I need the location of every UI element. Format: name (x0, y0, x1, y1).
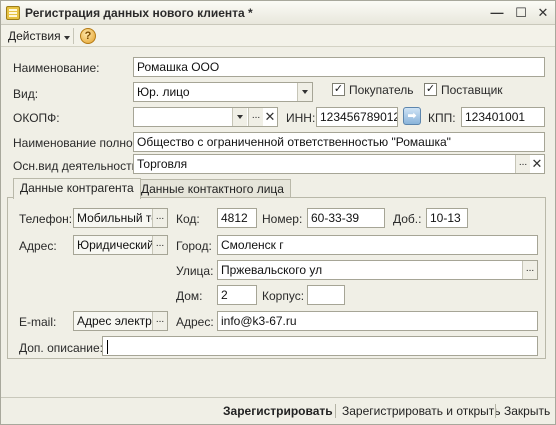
supplier-label: Поставщик (441, 83, 503, 97)
kpp-field[interactable]: 123401001 (461, 107, 545, 127)
building-label: Корпус: (262, 289, 305, 303)
chevron-down-icon[interactable] (297, 83, 312, 101)
okopf-select-button[interactable]: ... (248, 108, 263, 126)
note-field[interactable] (102, 336, 538, 356)
activity-value: Торговля (137, 157, 188, 171)
email-type-value: Адрес электро (77, 314, 159, 328)
fullname-field[interactable]: Общество с ограниченной ответственностью… (133, 132, 545, 152)
house-label: Дом: (176, 289, 203, 303)
email-address-label: Адрес: (176, 315, 214, 329)
note-label: Доп. описание: (19, 341, 103, 355)
minimize-button[interactable]: — (489, 5, 505, 21)
toolbar-separator (73, 28, 74, 44)
inn-field[interactable]: 123456789012 (316, 107, 398, 127)
kind-value: Юр. лицо (137, 85, 190, 99)
street-label: Улица: (176, 264, 214, 278)
street-select-button[interactable]: ... (522, 261, 537, 279)
name-field[interactable]: Ромашка ООО (133, 57, 545, 77)
chevron-down-icon[interactable] (232, 108, 247, 126)
tab-counterparty-data[interactable]: Данные контрагента (13, 178, 141, 199)
email-type-select-button[interactable]: ... (152, 312, 167, 330)
city-field[interactable]: Смоленск г (217, 235, 538, 255)
email-field[interactable]: info@k3-67.ru (217, 311, 538, 331)
text-cursor (107, 340, 108, 354)
code-label: Код: (176, 212, 200, 226)
buyer-label: Покупатель (349, 83, 414, 97)
inn-label: ИНН: (286, 111, 316, 125)
number-field[interactable]: 60-33-39 (307, 208, 385, 228)
activity-field[interactable]: Торговля ... ✕ (133, 154, 545, 174)
okopf-label: ОКОПФ: (13, 111, 60, 125)
arrow-right-icon[interactable]: ➡ (403, 107, 421, 125)
close-window-button[interactable]: ✕ (535, 5, 551, 21)
email-type-field[interactable]: Адрес электро ... (73, 311, 168, 331)
register-button[interactable]: Зарегистрировать (223, 404, 333, 418)
clear-icon[interactable]: ✕ (263, 108, 277, 126)
number-label: Номер: (262, 212, 303, 226)
kind-label: Вид: (13, 87, 39, 101)
ext-field[interactable]: 10-13 (426, 208, 468, 228)
buyer-checkbox[interactable]: ✓ (332, 83, 345, 96)
chevron-down-icon[interactable] (64, 36, 70, 40)
supplier-checkbox[interactable]: ✓ (424, 83, 437, 96)
close-button[interactable]: Закрыть (504, 404, 550, 418)
fullname-label: Наименование полное: (13, 136, 143, 150)
house-field[interactable]: 2 (217, 285, 257, 305)
code-field[interactable]: 4812 (217, 208, 257, 228)
client-registration-window: Регистрация данных нового клиента * — ☐ … (0, 0, 556, 425)
address-type-select-button[interactable]: ... (152, 236, 167, 254)
phone-type-field[interactable]: Мобильный те ... (73, 208, 168, 228)
window-title: Регистрация данных нового клиента * (25, 6, 253, 20)
bottom-button-bar: Зарегистрировать Зарегистрировать и откр… (1, 397, 555, 424)
help-icon[interactable]: ? (80, 28, 96, 44)
address-label: Адрес: (19, 239, 57, 253)
ext-label: Доб.: (393, 212, 422, 226)
maximize-button[interactable]: ☐ (513, 5, 529, 21)
button-separator (495, 404, 496, 418)
tab-contact-person-data[interactable]: Данные контактного лица (134, 179, 291, 199)
name-label: Наименование: (13, 61, 100, 75)
activity-select-button[interactable]: ... (515, 155, 530, 173)
clear-icon[interactable]: ✕ (530, 155, 544, 173)
address-type-value: Юридический а (77, 238, 164, 252)
building-field[interactable] (307, 285, 345, 305)
phone-type-value: Мобильный те (77, 211, 158, 225)
address-type-field[interactable]: Юридический а ... (73, 235, 168, 255)
button-separator (335, 404, 336, 418)
form-icon (6, 6, 20, 20)
phone-label: Телефон: (19, 212, 73, 226)
register-and-open-button[interactable]: Зарегистрировать и открыть (342, 404, 501, 418)
phone-type-select-button[interactable]: ... (152, 209, 167, 227)
title-bar: Регистрация данных нового клиента * — ☐ … (1, 1, 555, 25)
city-label: Город: (176, 239, 212, 253)
kind-select[interactable]: Юр. лицо (133, 82, 313, 102)
email-label: E-mail: (19, 315, 57, 329)
street-value: Пржевальского ул (221, 263, 323, 277)
activity-label: Осн.вид деятельности: (13, 159, 142, 173)
okopf-field[interactable]: ... ✕ (133, 107, 278, 127)
kpp-label: КПП: (428, 111, 456, 125)
toolbar: Действия ? (1, 25, 555, 47)
actions-menu-button[interactable]: Действия (8, 29, 61, 43)
street-field[interactable]: Пржевальского ул ... (217, 260, 538, 280)
